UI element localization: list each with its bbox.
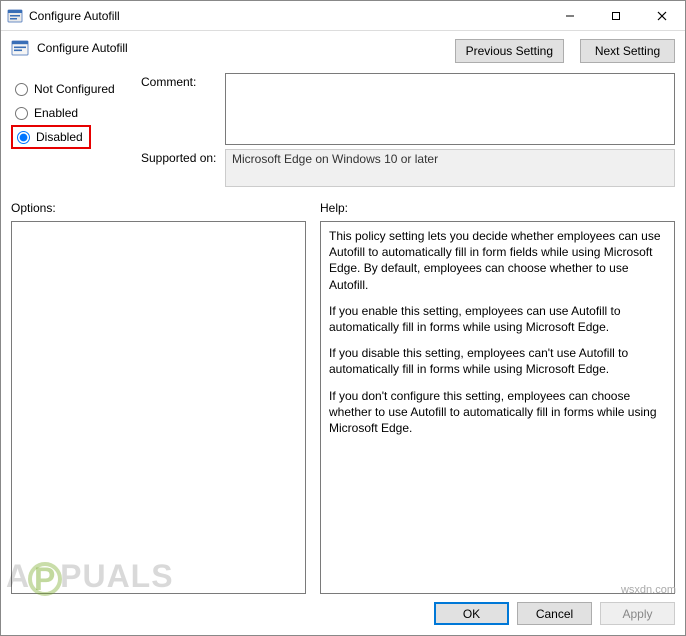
minimize-button[interactable] [547, 1, 593, 31]
radio-enabled-input[interactable] [15, 107, 28, 120]
help-panel: This policy setting lets you decide whet… [320, 221, 675, 594]
help-paragraph: If you don't configure this setting, emp… [329, 388, 666, 437]
radio-disabled-input[interactable] [17, 131, 30, 144]
radio-not-configured-input[interactable] [15, 83, 28, 96]
next-setting-button[interactable]: Next Setting [580, 39, 675, 63]
radio-enabled[interactable]: Enabled [11, 101, 131, 125]
policy-icon [11, 39, 29, 57]
previous-setting-button[interactable]: Previous Setting [455, 39, 564, 63]
options-label: Options: [11, 201, 306, 215]
supported-on-label: Supported on: [141, 149, 219, 165]
window-title: Configure Autofill [29, 9, 120, 23]
help-paragraph: This policy setting lets you decide whet… [329, 228, 666, 293]
cancel-button[interactable]: Cancel [517, 602, 592, 625]
ok-button[interactable]: OK [434, 602, 509, 625]
supported-on-box [225, 149, 675, 187]
help-paragraph: If you enable this setting, employees ca… [329, 303, 666, 335]
help-paragraph: If you disable this setting, employees c… [329, 345, 666, 377]
radio-enabled-label: Enabled [34, 106, 78, 120]
options-panel [11, 221, 306, 594]
radio-not-configured[interactable]: Not Configured [11, 77, 131, 101]
maximize-button[interactable] [593, 1, 639, 31]
radio-not-configured-label: Not Configured [34, 82, 115, 96]
app-icon [7, 8, 23, 24]
comment-textarea[interactable] [225, 73, 675, 145]
apply-button[interactable]: Apply [600, 602, 675, 625]
policy-title: Configure Autofill [37, 39, 128, 55]
close-button[interactable] [639, 1, 685, 31]
state-radio-group: Not Configured Enabled Disabled [11, 73, 131, 187]
help-label: Help: [320, 201, 675, 215]
policy-dialog: Configure Autofill Configure Autofill [0, 0, 686, 636]
radio-disabled[interactable]: Disabled [11, 125, 91, 149]
comment-label: Comment: [141, 73, 219, 89]
titlebar: Configure Autofill [1, 1, 685, 31]
radio-disabled-label: Disabled [36, 130, 83, 144]
